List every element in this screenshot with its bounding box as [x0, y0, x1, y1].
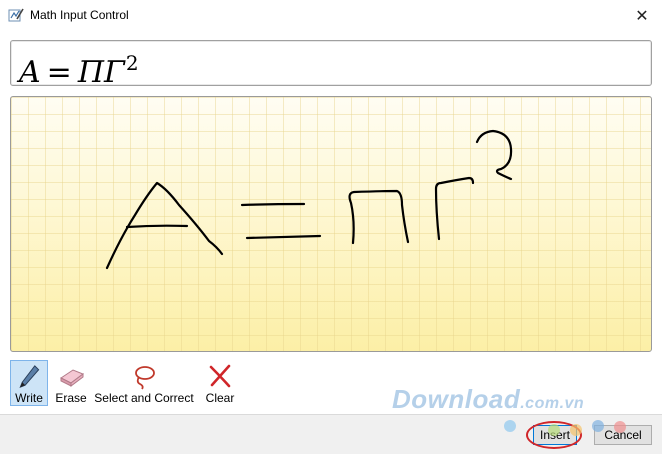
write-tool-label: Write [15, 391, 43, 405]
recognized-math-preview: A = ΠΓ2 [10, 40, 652, 90]
clear-tool-label: Clear [205, 391, 235, 405]
title-bar: Math Input Control ✕ [0, 0, 662, 31]
watermark: Download.com.vn [392, 384, 584, 415]
write-tool-button[interactable]: Write [10, 360, 48, 406]
watermark-domain: .com.vn [520, 395, 585, 412]
select-and-correct-tool-label: Select and Correct [94, 391, 194, 405]
insert-button[interactable]: Insert [533, 425, 577, 445]
close-button[interactable]: ✕ [622, 0, 662, 31]
handwritten-ink-strokes [105, 129, 513, 270]
erase-tool-label: Erase [55, 391, 87, 405]
math-input-app-icon [8, 8, 24, 22]
watermark-brand: Download [392, 384, 521, 414]
cancel-button[interactable]: Cancel [594, 425, 652, 445]
lasso-icon [135, 366, 155, 390]
erase-tool-button[interactable]: Erase [52, 360, 90, 406]
preview-gamma: Γ [103, 55, 125, 90]
preview-exponent: 2 [125, 51, 139, 75]
preview-equals: = [46, 55, 72, 90]
preview-var-a: A [19, 55, 41, 90]
pen-icon [19, 365, 40, 388]
window-title: Math Input Control [30, 8, 129, 22]
recognized-expression: A = ΠΓ2 [19, 45, 139, 91]
eraser-icon [60, 369, 85, 387]
preview-pi: Π [77, 55, 104, 90]
select-and-correct-tool-button[interactable]: Select and Correct [94, 360, 194, 406]
writing-area[interactable] [10, 96, 652, 352]
close-icon: ✕ [635, 7, 649, 25]
clear-x-icon [209, 364, 231, 388]
dialog-footer: Insert Cancel [0, 414, 662, 454]
clear-tool-button[interactable]: Clear [200, 360, 240, 406]
